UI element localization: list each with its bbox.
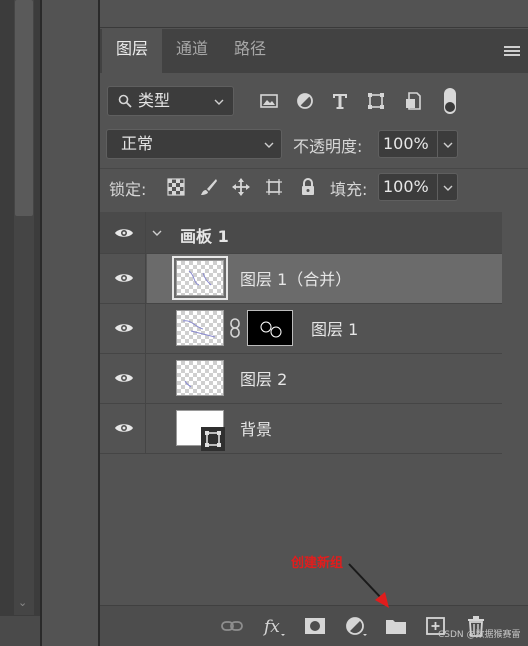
- layer-style-icon[interactable]: fx: [262, 615, 286, 637]
- tab-paths[interactable]: 路径: [222, 29, 278, 73]
- opacity-dropdown[interactable]: [438, 130, 458, 158]
- opacity-label: 不透明度:: [293, 137, 363, 156]
- panel-menu-icon[interactable]: [504, 46, 520, 58]
- layer-name: 图层 2: [240, 370, 288, 389]
- search-icon: [118, 94, 132, 108]
- chevron-down-icon[interactable]: [151, 227, 163, 239]
- visibility-toggle[interactable]: [100, 212, 146, 254]
- link-layers-icon[interactable]: [220, 615, 244, 637]
- fill-dropdown[interactable]: [438, 173, 458, 201]
- lock-image-icon[interactable]: [199, 177, 219, 197]
- artboard-badge-icon: [201, 427, 225, 451]
- scroll-down-chevron-icon[interactable]: ⌄: [18, 596, 30, 609]
- lock-transparent-icon[interactable]: [166, 177, 186, 197]
- fill-label: 填充:: [330, 180, 368, 199]
- add-mask-icon[interactable]: [303, 615, 327, 637]
- eye-icon: [115, 374, 133, 382]
- visibility-toggle[interactable]: [100, 304, 146, 354]
- new-group-icon[interactable]: [384, 615, 408, 637]
- eye-icon: [115, 324, 133, 332]
- layer-name: 背景: [240, 420, 273, 439]
- image-filter-icon[interactable]: [258, 90, 280, 112]
- layer-name: 图层 1（合并）: [240, 270, 352, 289]
- layer-thumbnail[interactable]: [176, 360, 224, 396]
- sketch-thumbnail-icon: [188, 270, 212, 286]
- divider: [100, 168, 528, 169]
- annotation-label: 创建新组: [291, 556, 344, 571]
- adjustment-filter-icon[interactable]: [294, 90, 316, 112]
- svg-text:fx: fx: [262, 617, 280, 637]
- annotation-arrow-icon: [348, 563, 389, 608]
- panel-header-area: [100, 0, 528, 28]
- middle-dock: [42, 0, 98, 646]
- layer-row-background[interactable]: 背景: [100, 404, 502, 454]
- fill-input[interactable]: 100%: [378, 173, 438, 201]
- lock-label: 锁定:: [109, 180, 147, 199]
- text-filter-icon[interactable]: [329, 90, 351, 112]
- sketch-thumbnail-icon: [184, 380, 192, 388]
- mask-shape-icon: [260, 321, 282, 338]
- lock-position-icon[interactable]: [231, 177, 251, 197]
- eye-icon: [115, 424, 133, 432]
- layer-row-layer1[interactable]: 图层 1: [100, 304, 502, 354]
- blend-mode-select[interactable]: 正常: [106, 129, 282, 159]
- layer-filter-select[interactable]: 类型: [107, 86, 234, 116]
- chevron-down-icon: [443, 185, 453, 191]
- layer-row-artboard[interactable]: 画板 1: [100, 212, 502, 254]
- visibility-toggle[interactable]: [100, 354, 146, 404]
- panel-tabbar: 图层 通道 路径: [100, 29, 528, 73]
- layer-thumbnail[interactable]: [172, 256, 228, 300]
- lock-artboard-icon[interactable]: [264, 177, 284, 197]
- layer-mask-thumbnail[interactable]: [247, 310, 293, 346]
- eye-icon: [115, 274, 133, 282]
- layer-filter-label: 类型: [138, 91, 171, 110]
- filter-toggle-icon[interactable]: [442, 86, 458, 116]
- visibility-toggle[interactable]: [100, 254, 146, 304]
- chain-link-icon[interactable]: [229, 318, 241, 338]
- tab-layers[interactable]: 图层: [102, 29, 162, 73]
- layer-name: 图层 1: [311, 320, 359, 339]
- layers-panel: 图层 通道 路径 类型 正常 不透明度: 100% 锁定: 填充: 100% 画…: [100, 0, 528, 646]
- opacity-input[interactable]: 100%: [378, 130, 438, 158]
- layer-row-merged[interactable]: 图层 1（合并）: [100, 254, 502, 304]
- watermark: CSDN @数据猴赛雷: [438, 630, 521, 640]
- shape-filter-icon[interactable]: [365, 90, 387, 112]
- layer-name: 画板 1: [180, 227, 229, 246]
- chevron-down-icon: [264, 142, 274, 148]
- visibility-toggle[interactable]: [100, 404, 146, 454]
- layers-list: 画板 1 图层 1（合并） 图层 1 图层 2 背景: [100, 212, 502, 604]
- chevron-down-icon: [443, 142, 453, 148]
- chevron-down-icon: [214, 99, 224, 105]
- eye-icon: [115, 229, 133, 237]
- adjustment-layer-icon[interactable]: [344, 615, 368, 637]
- tab-channels[interactable]: 通道: [164, 29, 220, 73]
- left-dock-footer: [0, 616, 40, 646]
- blend-mode-value: 正常: [121, 134, 154, 153]
- left-scrollbar-thumb[interactable]: [15, 0, 33, 216]
- layer-thumbnail[interactable]: [176, 310, 224, 346]
- smart-object-filter-icon[interactable]: [402, 90, 424, 112]
- sketch-thumbnail-icon: [182, 320, 216, 338]
- layer-row-layer2[interactable]: 图层 2: [100, 354, 502, 404]
- lock-all-icon[interactable]: [298, 177, 318, 197]
